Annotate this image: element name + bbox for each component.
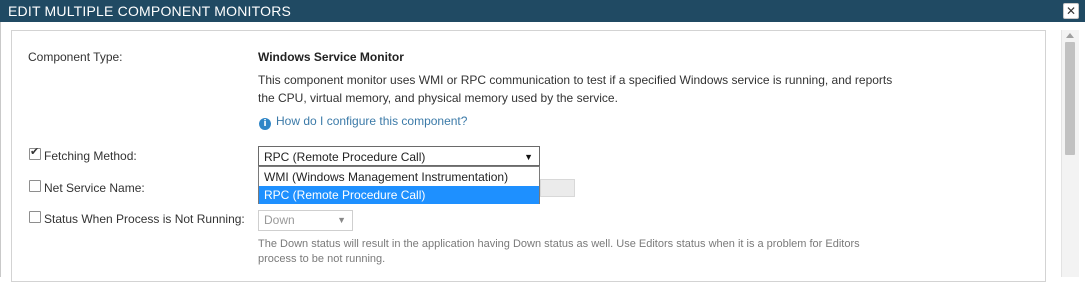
checkmark-icon: ✔	[30, 145, 40, 158]
net-service-name-input[interactable]	[540, 179, 575, 197]
component-name: Windows Service Monitor	[258, 50, 404, 64]
component-type-label: Component Type:	[28, 50, 123, 64]
fetching-method-label: Fetching Method:	[44, 149, 137, 163]
status-not-running-checkbox[interactable]	[29, 211, 41, 223]
option-wmi[interactable]: WMI (Windows Management Instrumentation)	[259, 168, 539, 186]
close-icon[interactable]: ✕	[1063, 3, 1079, 19]
fetching-method-select[interactable]: RPC (Remote Procedure Call) ▼	[258, 146, 540, 166]
option-rpc[interactable]: RPC (Remote Procedure Call)	[259, 186, 539, 204]
dialog-title-bar: EDIT MULTIPLE COMPONENT MONITORS ✕	[0, 0, 1085, 22]
fetching-method-checkbox[interactable]: ✔	[29, 145, 41, 160]
net-service-name-checkbox[interactable]	[29, 180, 41, 192]
component-description: This component monitor uses WMI or RPC c…	[258, 73, 893, 105]
fetching-method-dropdown-list: WMI (Windows Management Instrumentation)…	[258, 166, 540, 204]
net-service-name-label: Net Service Name:	[44, 181, 145, 195]
dialog-title: EDIT MULTIPLE COMPONENT MONITORS	[8, 3, 292, 19]
dropdown-caret-icon: ▼	[524, 152, 533, 162]
scroll-up-icon[interactable]	[1066, 33, 1074, 38]
status-not-running-select[interactable]: Down ▼	[258, 210, 353, 231]
fetching-method-selected-value: RPC (Remote Procedure Call)	[264, 150, 426, 164]
dialog-left-border	[0, 22, 1, 277]
help-link-text[interactable]: How do I configure this component?	[276, 114, 467, 128]
status-help-note: The Down status will result in the appli…	[258, 238, 860, 265]
help-link[interactable]: i How do I configure this component?	[259, 114, 467, 130]
status-selected-value: Down	[264, 213, 295, 227]
status-not-running-label: Status When Process is Not Running:	[44, 212, 245, 226]
vertical-scrollbar[interactable]	[1061, 30, 1079, 277]
dropdown-caret-icon: ▼	[337, 215, 346, 225]
scrollbar-thumb[interactable]	[1065, 42, 1075, 155]
info-icon: i	[259, 118, 271, 130]
